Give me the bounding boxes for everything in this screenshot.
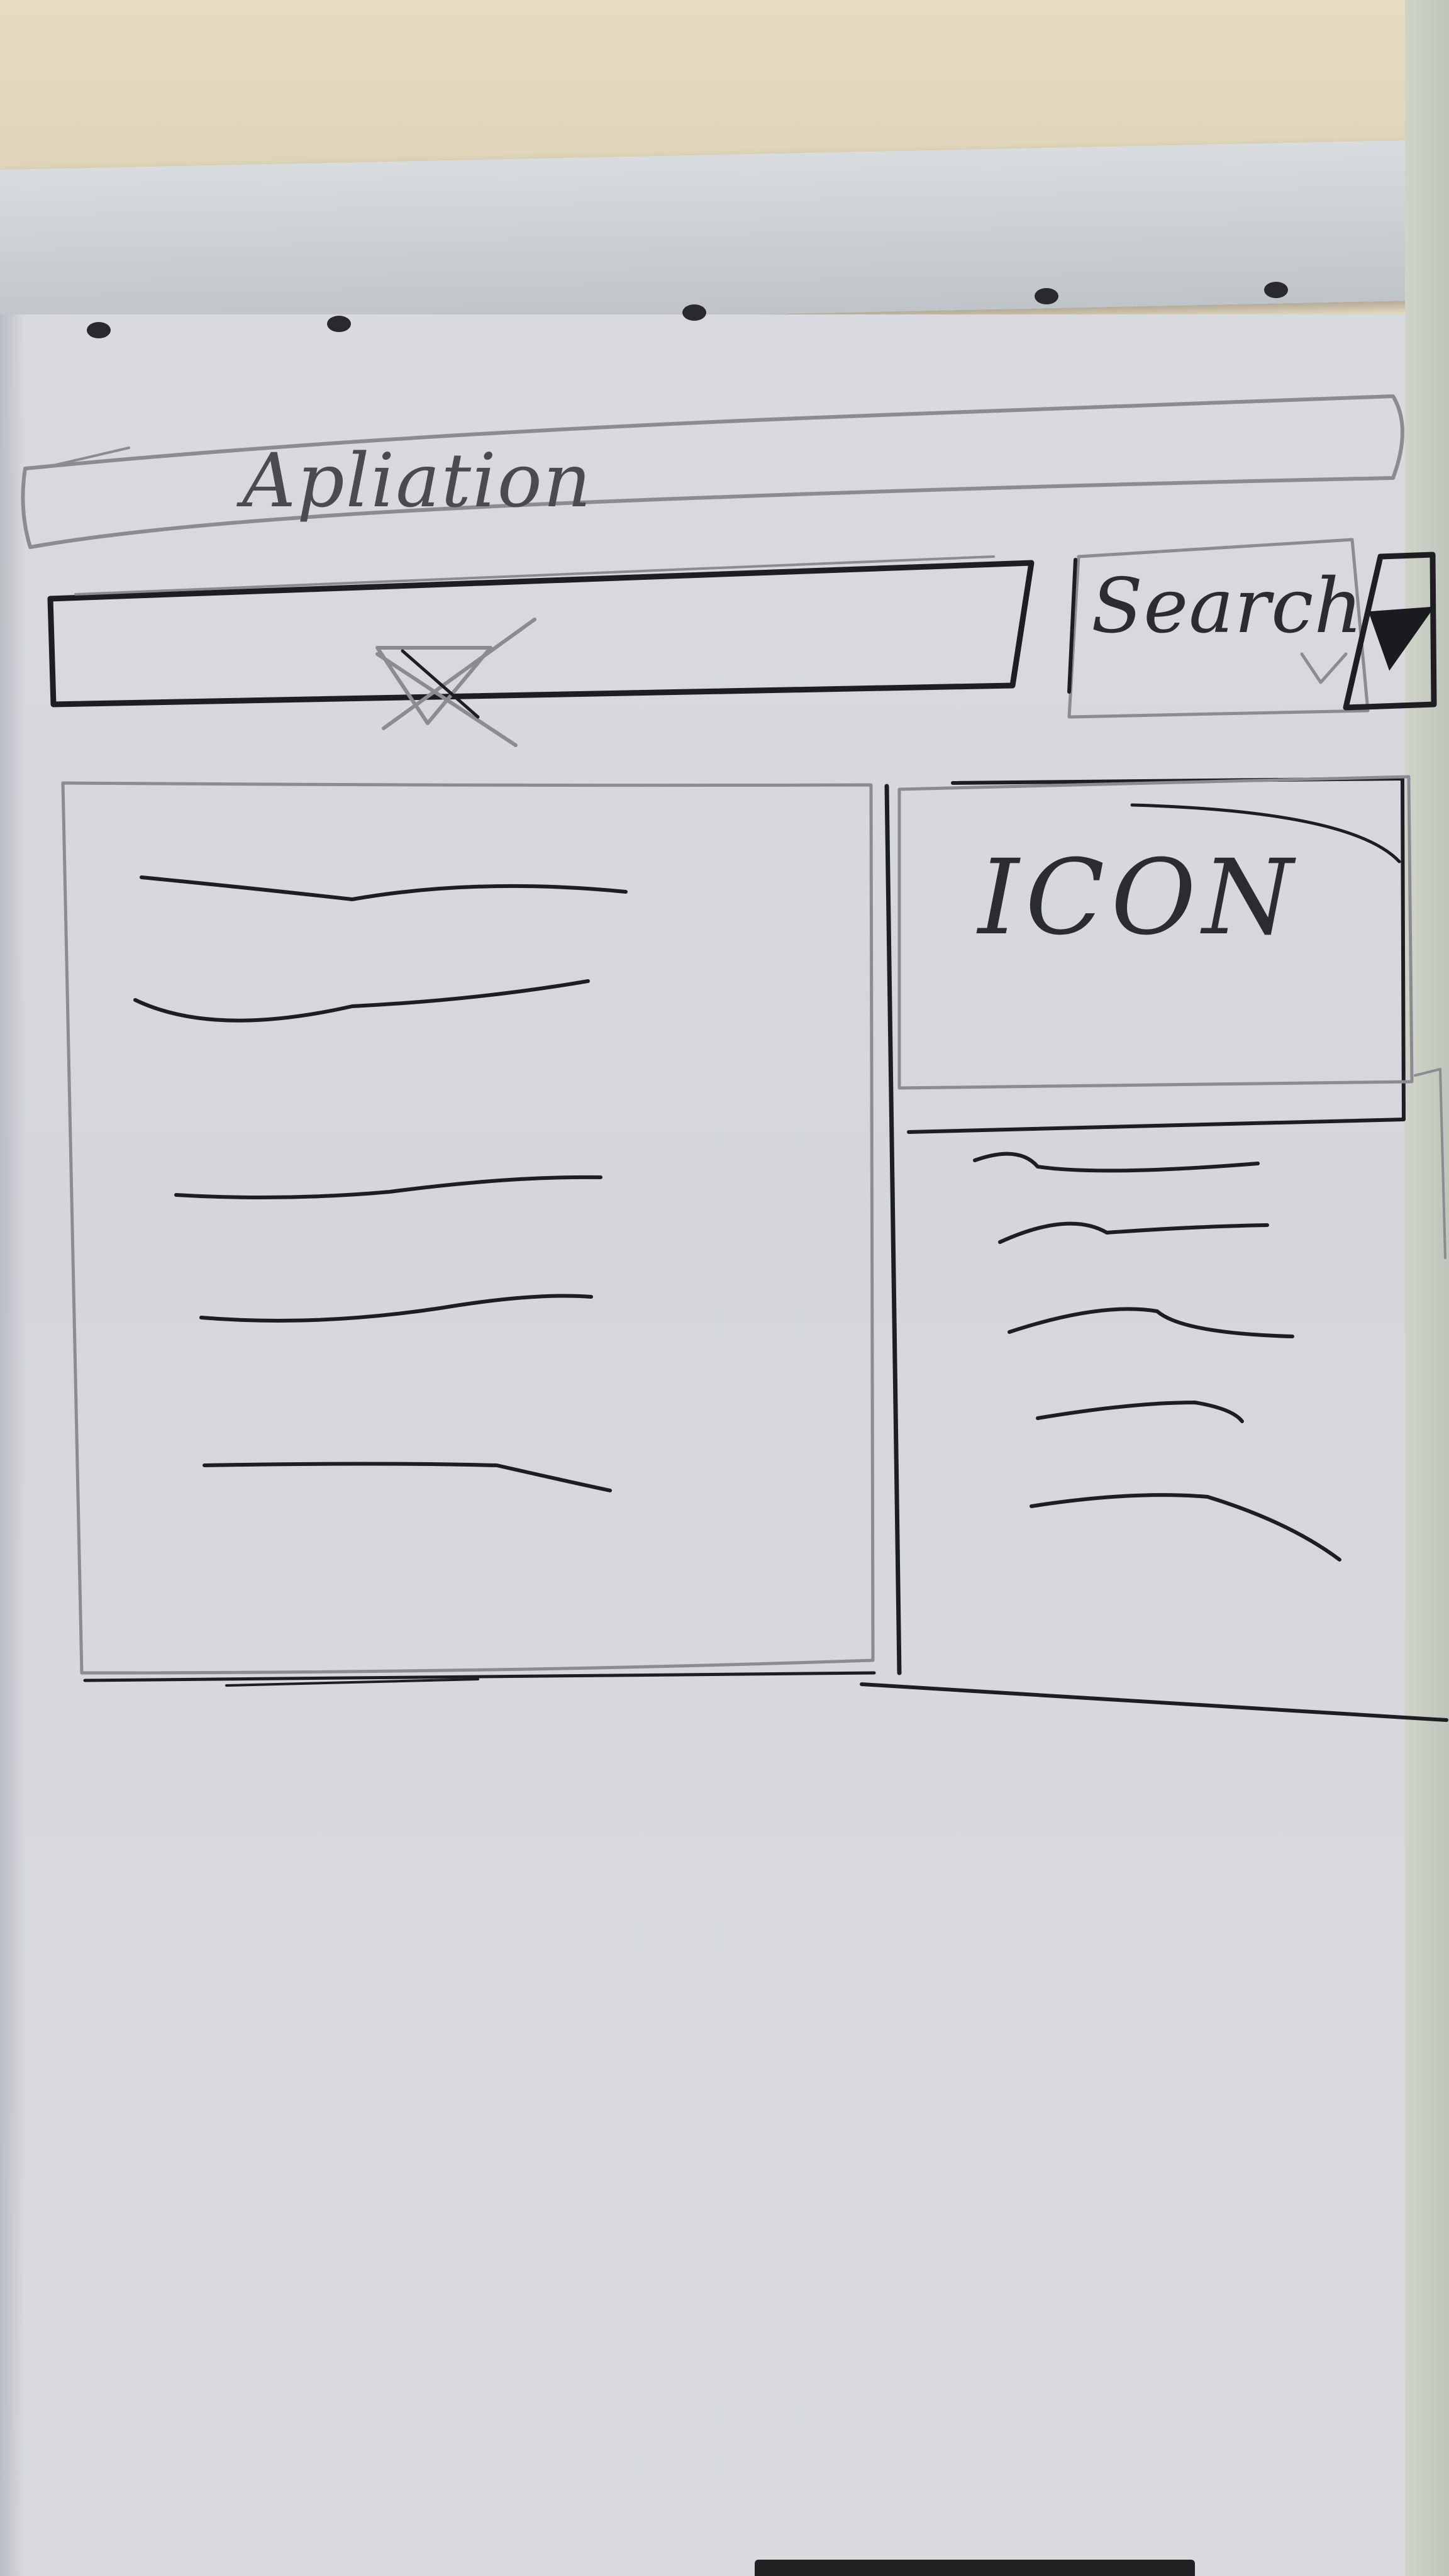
wireframe-sketch — [21, 394, 1448, 1722]
app-title: Apliation — [242, 437, 592, 524]
search-button-label[interactable]: Search — [1091, 569, 1363, 645]
icon-placeholder: ICON — [978, 837, 1300, 958]
sidebar-text-lines — [973, 1152, 1341, 1562]
flipchart-stand — [755, 2560, 1195, 2576]
content-text-lines — [133, 875, 628, 1492]
content-panel-outline — [61, 781, 876, 1687]
cross-icon — [375, 618, 536, 747]
title-bar-outline — [21, 394, 1404, 549]
search-input-outline — [47, 555, 1035, 708]
wireframe-photo: Apliation Search ICON — [0, 0, 1449, 2576]
